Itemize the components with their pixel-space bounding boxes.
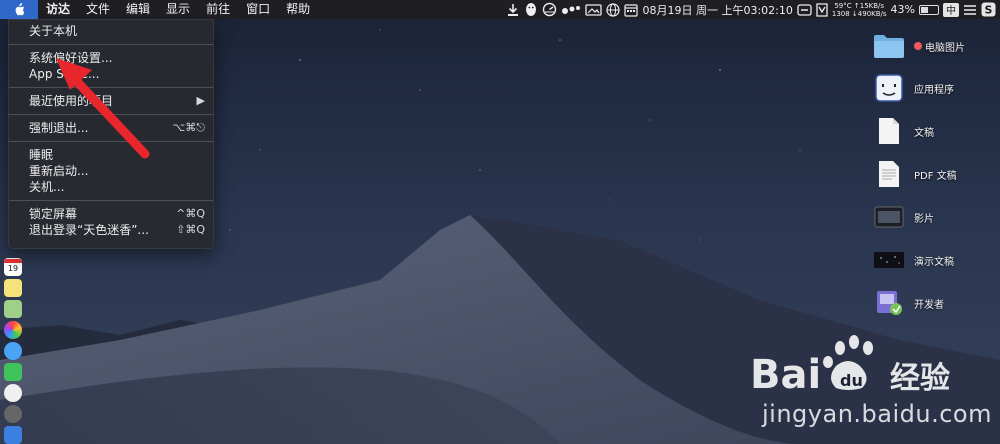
battery-indicator[interactable]: [919, 0, 939, 19]
dock-maps-icon[interactable]: [4, 300, 22, 318]
time-text: 上午03:02:10: [721, 3, 793, 17]
battery-percent[interactable]: 43%: [891, 0, 915, 19]
menu-separator: [9, 200, 213, 201]
submenu-arrow-icon: ▶: [196, 94, 205, 107]
menu-item-log-out[interactable]: 退出登录“天色迷香”... ⇧⌘Q: [9, 222, 213, 238]
menu-bar: 访达 文件 编辑 显示 前往 窗口 帮助 08月19日 周一 上午03:02:1…: [0, 0, 1000, 19]
tool-icon[interactable]: [797, 0, 812, 19]
dock-photos-icon[interactable]: [4, 321, 22, 339]
menu-separator: [9, 44, 213, 45]
dock-itunes-icon[interactable]: [4, 384, 22, 402]
desktop-item-label: 演示文稿: [914, 256, 954, 268]
menu-separator: [9, 114, 213, 115]
photo-upload-icon[interactable]: [585, 0, 603, 19]
menu-view[interactable]: 显示: [158, 0, 198, 19]
dock-notes-icon[interactable]: [4, 279, 22, 297]
document-icon: [872, 115, 906, 147]
red-tag-dot: [914, 42, 922, 50]
status-area: 08月19日 周一 上午03:02:10 59°C ↑15KB/s 1308 ↓…: [506, 0, 1000, 19]
qq-penguin-icon[interactable]: [524, 0, 538, 19]
apple-dropdown-menu: 关于本机 系统偏好设置... App Store... 最近使用的项目 ▶ 强制退…: [8, 19, 214, 249]
svg-text:S: S: [985, 4, 993, 17]
desktop-item-developer[interactable]: 开发者: [872, 285, 944, 321]
desktop-item-label: 应用程序: [914, 84, 954, 96]
date-text: 08月19日: [642, 3, 693, 17]
calendar-icon[interactable]: [624, 0, 639, 19]
watermark-url: jingyan.baidu.com: [762, 400, 992, 428]
desktop-item-presentations[interactable]: 演示文稿: [872, 242, 954, 278]
desktop-icon-column: 电脑图片 应用程序 文稿 PDF 文稿 影片 演示文稿 开发者: [872, 28, 1000, 328]
dock-calendar-icon[interactable]: 19: [4, 258, 22, 276]
network-stats[interactable]: 59°C ↑15KB/s 1308 ↓490KB/s: [832, 0, 887, 19]
input-method-menu[interactable]: 中: [943, 0, 959, 19]
menu-window[interactable]: 窗口: [238, 0, 278, 19]
download-icon[interactable]: [506, 0, 520, 19]
dock: 19: [4, 258, 26, 444]
svg-text:经验: 经验: [890, 361, 950, 396]
apple-menu-button[interactable]: [0, 0, 38, 19]
battery-icon: [919, 4, 939, 15]
globe-icon[interactable]: [606, 0, 621, 19]
apple-logo-icon: [15, 3, 24, 16]
desktop-item-documents[interactable]: 文稿: [872, 113, 934, 149]
calendar-day: 19: [7, 264, 19, 273]
dock-time-machine-icon[interactable]: [4, 405, 22, 423]
baidu-logo-icon: Bai du 经验: [750, 335, 950, 398]
menu-item-app-store[interactable]: App Store...: [9, 66, 213, 82]
desktop-item-pictures-folder[interactable]: 电脑图片: [872, 28, 965, 64]
menu-finder[interactable]: 访达: [38, 0, 78, 19]
desktop-item-label: PDF 文稿: [914, 170, 957, 182]
dock-messages-icon[interactable]: [4, 342, 22, 360]
menu-item-system-preferences[interactable]: 系统偏好设置...: [9, 50, 213, 66]
input-method-badge: 中: [943, 2, 959, 17]
presentation-icon: [872, 244, 906, 276]
upload-speed-text: ↑15KB/s: [853, 1, 885, 10]
download-speed-text: ↓490KB/s: [851, 9, 887, 18]
baidu-jingyan-watermark: Bai du 经验 jingyan.baidu.com: [740, 330, 995, 440]
menu-item-lock-screen[interactable]: 锁定屏幕 ^⌘Q: [9, 206, 213, 222]
menu-list-icon[interactable]: [963, 0, 977, 19]
dots-icon[interactable]: [561, 0, 581, 19]
desktop-item-label: 影片: [914, 213, 934, 225]
battery-level-fill: [921, 6, 928, 13]
desktop-item-label: 电脑图片: [925, 42, 965, 54]
desktop-item-label: 开发者: [914, 299, 944, 311]
menu-item-about-this-mac[interactable]: 关于本机: [9, 23, 213, 39]
svg-text:Bai: Bai: [750, 352, 821, 398]
menu-help[interactable]: 帮助: [278, 0, 318, 19]
menu-file[interactable]: 文件: [78, 0, 118, 19]
svg-text:du: du: [840, 371, 863, 390]
folder-icon: [872, 30, 906, 62]
desktop-item-movies[interactable]: 影片: [872, 199, 934, 235]
clock-datetime[interactable]: 08月19日 周一 上午03:02:10: [642, 0, 792, 19]
desktop-item-applications[interactable]: 应用程序: [872, 70, 954, 106]
sogou-s-icon[interactable]: S: [981, 0, 996, 19]
menu-item-sleep[interactable]: 睡眠: [9, 147, 213, 163]
movie-icon: [872, 201, 906, 233]
weekday-text: 周一: [695, 3, 718, 17]
menu-item-force-quit[interactable]: 强制退出... ⌥⌘⎋: [9, 120, 213, 136]
menu-go[interactable]: 前往: [198, 0, 238, 19]
menu-edit[interactable]: 编辑: [118, 0, 158, 19]
menu-separator: [9, 141, 213, 142]
gauge-icon[interactable]: [542, 0, 557, 19]
desktop-item-pdf-documents[interactable]: PDF 文稿: [872, 156, 957, 192]
finder-app-icon: [872, 72, 906, 104]
pdf-document-icon: [872, 158, 906, 190]
cpu-temp-text: 59°C: [834, 1, 852, 10]
wenku-icon[interactable]: [816, 0, 828, 19]
developer-icon: [872, 287, 906, 319]
desktop-item-label: 文稿: [914, 127, 934, 139]
dock-facetime-icon[interactable]: [4, 363, 22, 381]
menu-item-restart[interactable]: 重新启动...: [9, 163, 213, 179]
menu-item-recent-items[interactable]: 最近使用的项目 ▶: [9, 93, 213, 109]
menu-item-shut-down[interactable]: 关机...: [9, 179, 213, 195]
dock-keynote-icon[interactable]: [4, 426, 22, 444]
download-left-text: 1308: [831, 9, 850, 18]
menu-separator: [9, 87, 213, 88]
